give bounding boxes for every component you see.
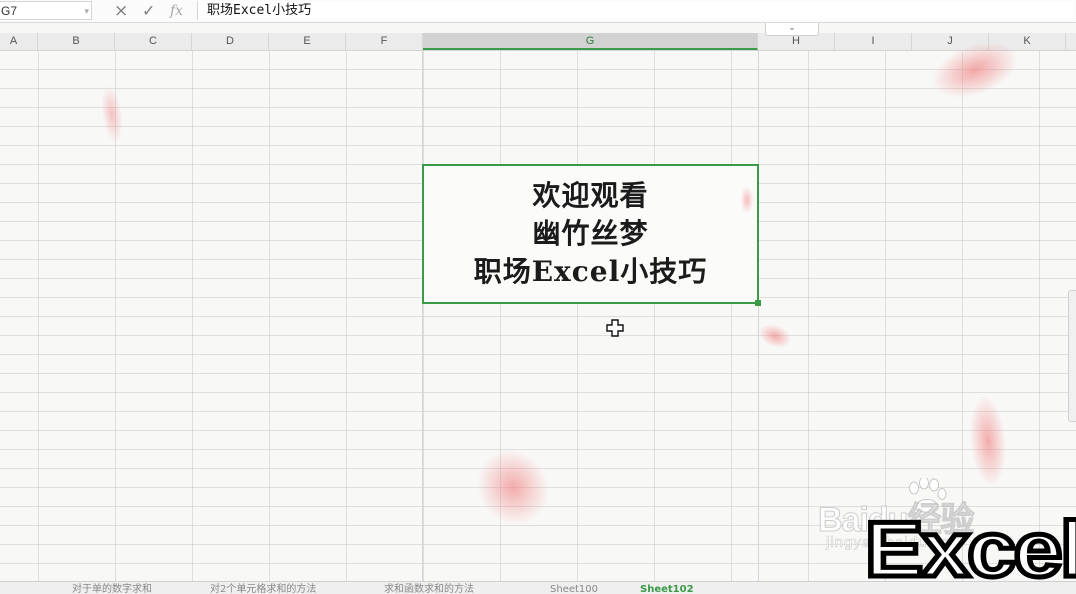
column-label: I	[871, 35, 875, 47]
column-label: C	[149, 35, 157, 47]
column-divider	[422, 51, 423, 581]
confirm-icon[interactable]: ✓	[142, 1, 155, 21]
column-label: E	[303, 35, 311, 47]
chevron-down-icon[interactable]: ▾	[84, 2, 89, 21]
fill-handle[interactable]	[755, 300, 761, 306]
cancel-icon[interactable]: ×	[114, 1, 128, 21]
column-header-i[interactable]: I	[835, 33, 912, 50]
cell-text-line: 欢迎观看	[532, 179, 649, 212]
column-headers: A B C D E F G H I J K	[0, 33, 1076, 51]
side-panel-handle[interactable]	[1068, 290, 1076, 422]
selected-cell-g7[interactable]: 欢迎观看 幽竹丝梦 职场Excel小技巧	[422, 164, 759, 304]
column-header-a[interactable]: A	[0, 33, 38, 50]
insert-function-button[interactable]: fx	[170, 1, 183, 21]
column-label: J	[947, 35, 953, 47]
column-label: A	[9, 35, 18, 47]
column-header-k[interactable]: K	[989, 33, 1066, 50]
column-header-g[interactable]: G	[423, 33, 758, 50]
column-label: H	[792, 35, 800, 47]
column-header-d[interactable]: D	[192, 33, 269, 50]
cell-text-line: 幽竹丝梦	[532, 217, 649, 250]
column-label: G	[585, 35, 595, 47]
expand-formula-bar-button[interactable]: ⌄	[765, 23, 819, 36]
column-label: D	[226, 35, 234, 47]
column-label: B	[72, 35, 80, 47]
column-header-f[interactable]: F	[346, 33, 423, 50]
column-label: F	[380, 35, 388, 47]
name-box[interactable]: G7 ▾	[0, 1, 92, 20]
formula-bar: G7 ▾ × ✓ fx 职场Excel小技巧	[0, 0, 1076, 23]
chevron-down-icon: ⌄	[788, 23, 796, 33]
column-header-b[interactable]: B	[38, 33, 115, 50]
cell-select-cross-icon	[606, 319, 624, 337]
column-header-e[interactable]: E	[269, 33, 346, 50]
column-label: K	[1023, 35, 1031, 47]
excel-logo: Excel	[862, 503, 1076, 594]
name-box-value: G7	[1, 4, 18, 18]
formula-input[interactable]: 职场Excel小技巧	[197, 1, 1073, 20]
column-header-c[interactable]: C	[115, 33, 192, 50]
cell-text-line: 职场Excel小技巧	[473, 255, 708, 288]
column-header-j[interactable]: J	[912, 33, 989, 50]
column-divider	[758, 51, 759, 581]
